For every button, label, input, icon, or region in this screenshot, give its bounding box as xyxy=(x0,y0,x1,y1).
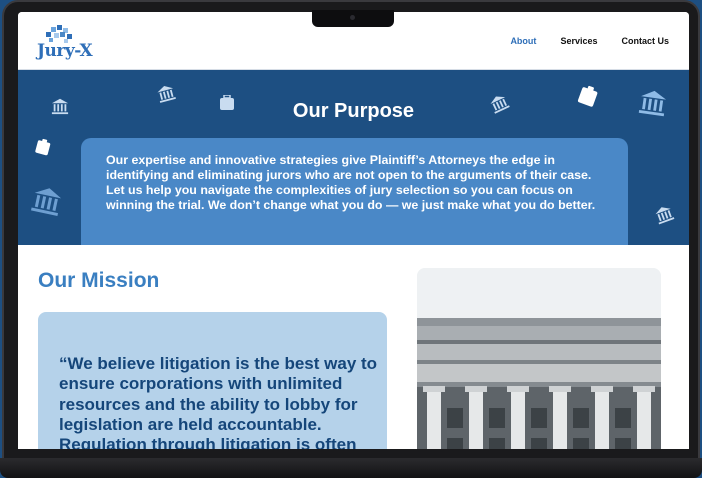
nav-services[interactable]: Services xyxy=(560,36,597,46)
camera-notch xyxy=(312,10,394,27)
laptop-base xyxy=(0,458,702,478)
courthouse-photo xyxy=(417,268,661,449)
mission-title: Our Mission xyxy=(38,269,160,292)
courthouse-icon xyxy=(30,188,62,217)
clipboard-icon xyxy=(35,138,51,156)
purpose-card: Our expertise and innovative strategies … xyxy=(81,138,628,245)
nav-contact-us[interactable]: Contact Us xyxy=(621,36,669,46)
browser-screen: Jury-X About Services Contact Us Our Pur… xyxy=(18,12,689,449)
nav-about[interactable]: About xyxy=(510,36,536,46)
purpose-title: Our Purpose xyxy=(292,100,415,122)
mission-quote: “We believe litigation is the best way t… xyxy=(59,354,378,449)
purpose-section: Our Purpose Our expertise and innovative… xyxy=(18,70,689,245)
courthouse-icon xyxy=(655,207,675,225)
logo[interactable]: Jury-X xyxy=(37,25,93,61)
courthouse-building-image xyxy=(417,268,661,449)
main-nav: About Services Contact Us xyxy=(510,36,669,46)
brand-name: Jury-X xyxy=(37,41,93,61)
purpose-body: Our expertise and innovative strategies … xyxy=(106,153,596,212)
mission-quote-card: “We believe litigation is the best way t… xyxy=(38,312,387,449)
camera-icon xyxy=(350,15,355,20)
